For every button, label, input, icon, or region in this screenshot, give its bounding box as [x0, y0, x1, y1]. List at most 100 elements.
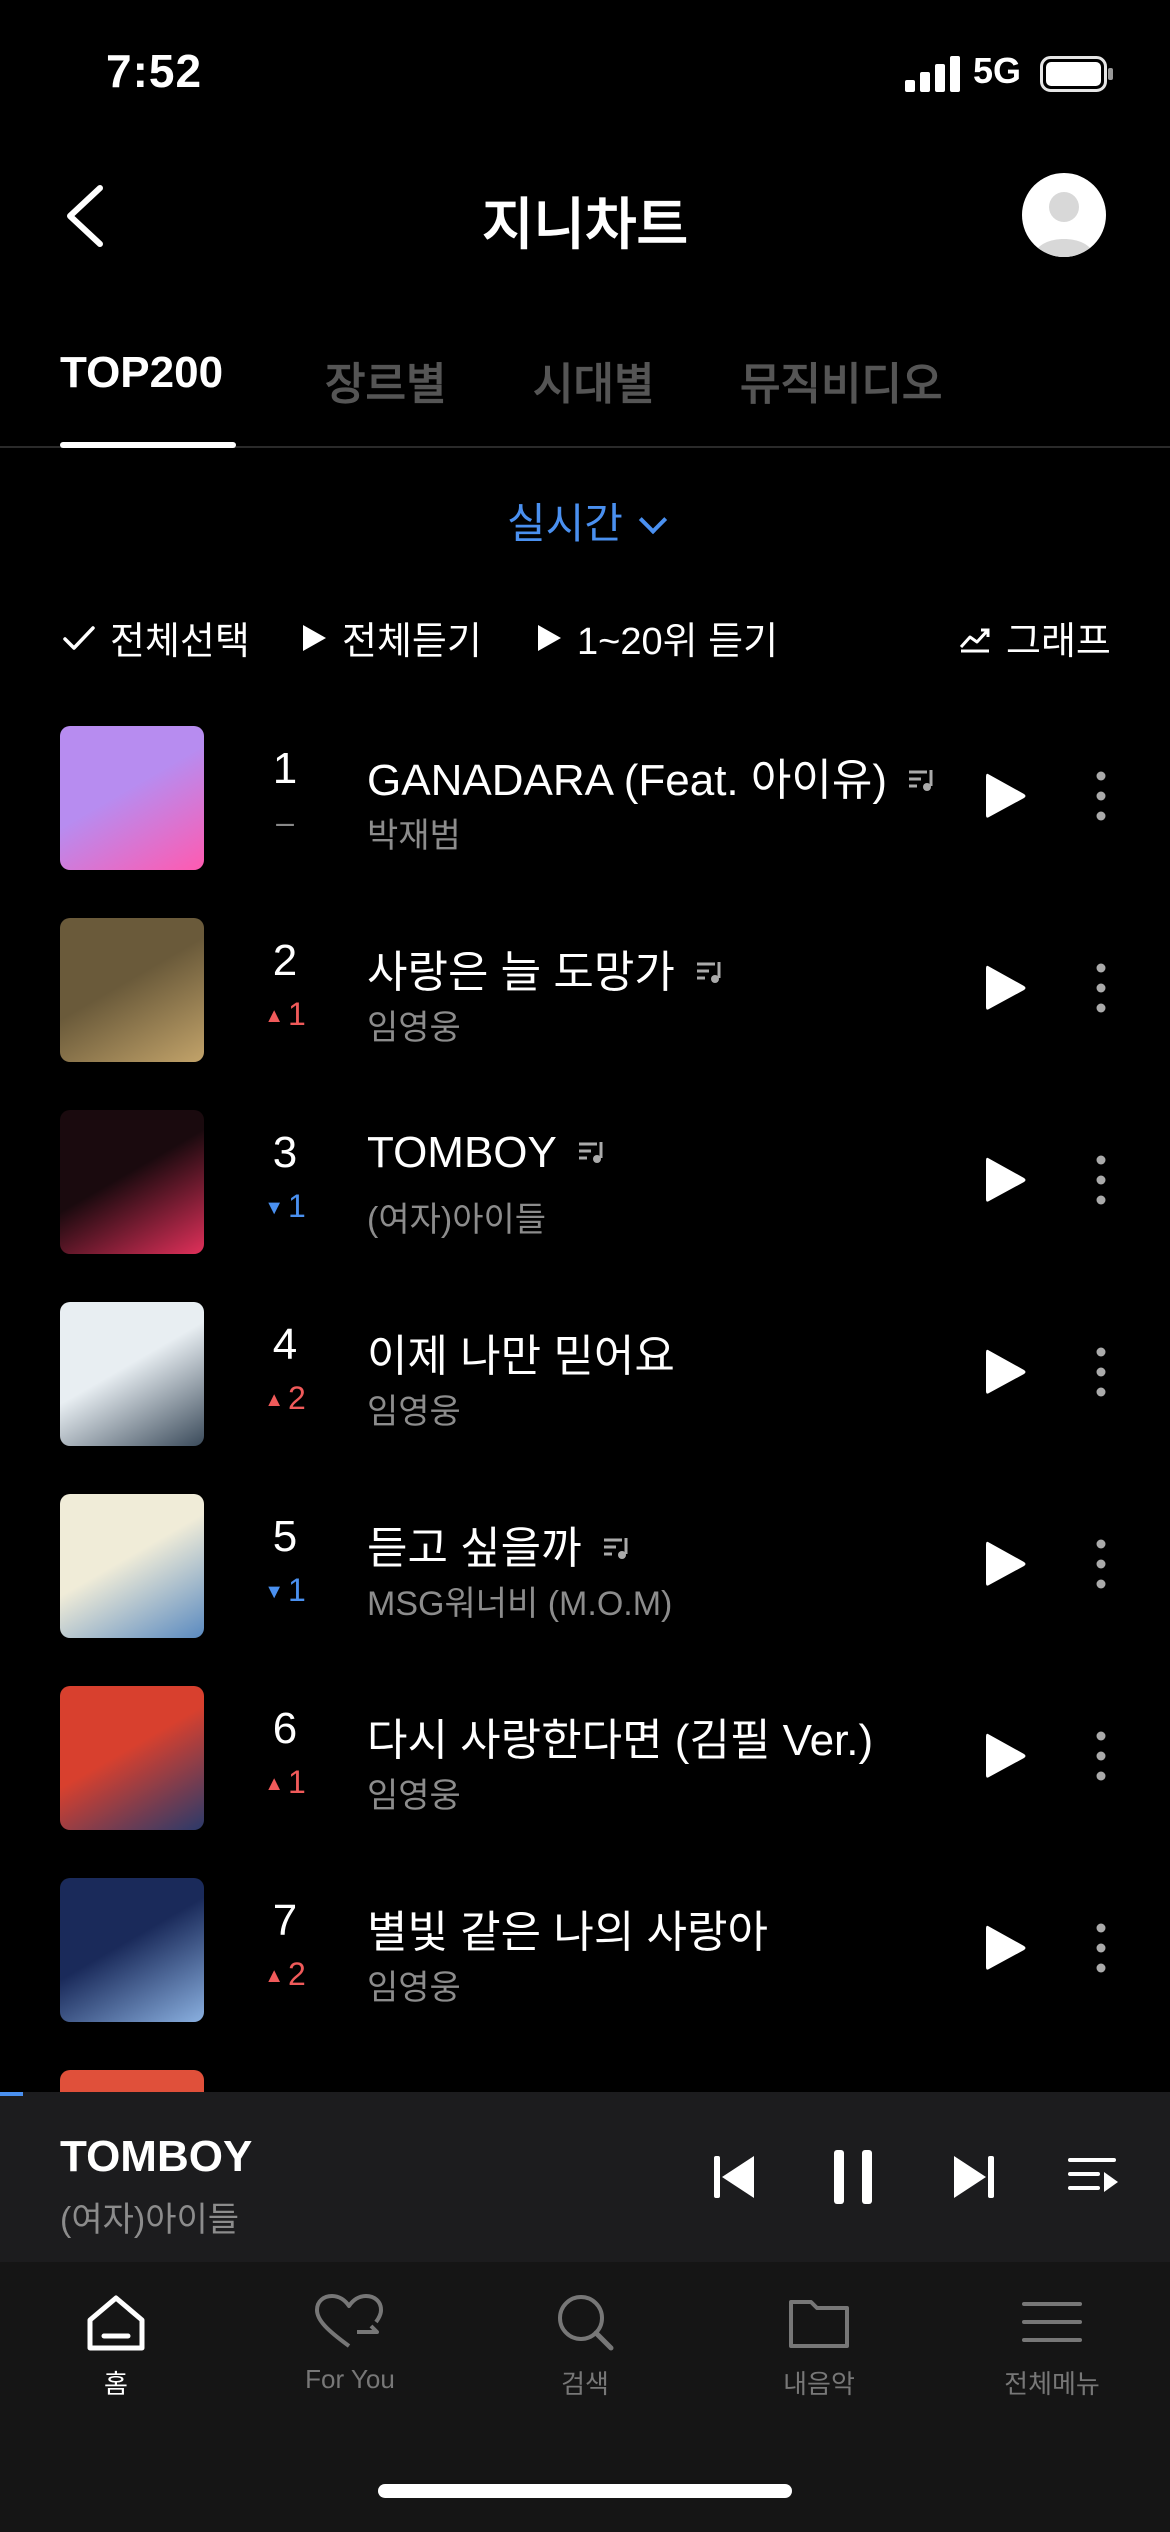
tab-top200[interactable]: TOP200 [60, 348, 223, 398]
player-artist: (여자)아이들 [60, 2201, 240, 2239]
album-cover[interactable] [60, 1302, 204, 1446]
player-title: TOMBOY [60, 2132, 253, 2181]
album-cover[interactable] [60, 1110, 204, 1254]
rank-change-value: 2 [288, 1380, 306, 1416]
chart-row[interactable]: 6 ▲ 1 다시 사랑한다면 (김필 Ver.) 임영웅 [0, 1680, 1170, 1872]
rank-change-value: 1 [288, 996, 306, 1032]
avatar[interactable] [1022, 173, 1106, 257]
song-title[interactable]: 별빛 같은 나의 사랑아 [367, 1896, 768, 1960]
nav-search[interactable]: 검색 [495, 2292, 675, 2401]
song-title[interactable]: TOMBOY [367, 1128, 607, 1178]
nav-for-you[interactable]: For You [260, 2292, 440, 2395]
play-icon[interactable] [982, 1730, 1028, 1782]
heart-icon [315, 2294, 383, 2348]
rank-change-value: 1 [288, 1188, 306, 1224]
more-options-icon[interactable] [1090, 960, 1112, 1016]
rank-change: ▲ 1 [250, 996, 320, 1033]
nav-for-you-label: For You [305, 2364, 395, 2394]
select-all-button[interactable]: 전체선택 [62, 610, 250, 665]
rank-number: 1 [272, 744, 298, 793]
album-cover[interactable] [60, 918, 204, 1062]
artist-name[interactable]: MSG워너비 (M.O.M) [367, 1576, 672, 1625]
artist-name[interactable]: (여자)아이들 [367, 1192, 546, 1241]
network-label: 5G [973, 50, 1022, 91]
rank-change: – [250, 804, 320, 841]
artist-name[interactable]: 임영웅 [367, 1384, 461, 1433]
action-bar: 전체선택 전체듣기 1~20위 듣기 그래프 [0, 610, 1170, 670]
mini-player[interactable]: TOMBOY (여자)아이들 [0, 2092, 1170, 2262]
chart-row[interactable]: 1 – GANADARA (Feat. 아이유) 박재범 [0, 720, 1170, 912]
play-icon[interactable] [982, 962, 1028, 1014]
tab-music-video[interactable]: 뮤직비디오 [740, 348, 942, 412]
song-title[interactable]: 사랑은 늘 도망가 [367, 936, 725, 1000]
signal-icon [905, 56, 960, 92]
rank-number: 7 [272, 1896, 298, 1945]
period-dropdown[interactable]: 실시간 [0, 490, 1170, 551]
more-options-icon[interactable] [1090, 1152, 1112, 1208]
artist-name[interactable]: 임영웅 [367, 1000, 461, 1049]
rank-change: ▲ 1 [250, 1764, 320, 1801]
home-icon [87, 2295, 145, 2351]
nav-menu[interactable]: 전체메뉴 [962, 2292, 1142, 2401]
play-top20-button[interactable]: 1~20위 듣기 [535, 610, 778, 665]
artist-name[interactable]: 박재범 [367, 808, 461, 857]
rank-change-value: 2 [288, 1956, 306, 1992]
chevron-down-icon [638, 505, 668, 535]
more-options-icon[interactable] [1090, 1920, 1112, 1976]
album-cover[interactable] [60, 726, 204, 870]
rank-change: ▼ 1 [250, 1572, 320, 1609]
play-icon[interactable] [982, 1538, 1028, 1590]
play-all-button[interactable]: 전체듣기 [300, 610, 482, 665]
play-icon[interactable] [982, 1154, 1028, 1206]
rank-number: 2 [272, 936, 298, 985]
album-cover[interactable] [60, 1494, 204, 1638]
play-icon [303, 624, 326, 651]
chart-row[interactable]: 3 ▼ 1 TOMBOY (여자)아이들 [0, 1104, 1170, 1296]
rank-number: 6 [272, 1704, 298, 1753]
more-options-icon[interactable] [1090, 1728, 1112, 1784]
next-track-icon[interactable] [952, 2152, 996, 2202]
play-top20-label: 1~20위 듣기 [577, 621, 779, 663]
chart-row[interactable]: 5 ▼ 1 듣고 싶을까 MSG워너비 (M.O.M) [0, 1488, 1170, 1680]
chart-row[interactable]: 7 ▲ 2 별빛 같은 나의 사랑아 임영웅 [0, 1872, 1170, 2064]
chart-tabs: TOP200 장르별 시대별 뮤직비디오 [0, 330, 1170, 448]
artist-name[interactable]: 임영웅 [367, 1768, 461, 1817]
nav-my-music[interactable]: 내음악 [729, 2292, 909, 2401]
trend-graph-icon [959, 628, 990, 652]
tab-era[interactable]: 시대별 [533, 348, 654, 412]
play-icon[interactable] [982, 1346, 1028, 1398]
album-cover[interactable] [60, 1878, 204, 2022]
rank-change-value: 1 [288, 1572, 306, 1608]
album-cover[interactable] [60, 1686, 204, 1830]
lyrics-icon [578, 1142, 603, 1164]
graph-button[interactable]: 그래프 [958, 610, 1111, 665]
playback-progress-bar[interactable] [0, 2092, 24, 2096]
nav-menu-label: 전체메뉴 [1004, 2369, 1100, 2399]
previous-track-icon[interactable] [712, 2152, 756, 2202]
chart-row[interactable]: 2 ▲ 1 사랑은 늘 도망가 임영웅 [0, 912, 1170, 1104]
rank-up-icon: ▲ [264, 1773, 284, 1795]
pause-icon[interactable] [830, 2148, 876, 2206]
rank-up-icon: ▲ [264, 1965, 284, 1987]
rank-change: ▼ 1 [250, 1188, 320, 1225]
playlist-icon[interactable] [1068, 2152, 1120, 2202]
play-icon[interactable] [982, 1922, 1028, 1974]
song-title[interactable]: GANADARA (Feat. 아이유) [367, 744, 937, 808]
song-title[interactable]: 이제 나만 믿어요 [367, 1320, 675, 1384]
rank-change-value: – [276, 804, 294, 840]
play-icon[interactable] [982, 770, 1028, 822]
song-title[interactable]: 다시 사랑한다면 (김필 Ver.) [367, 1704, 873, 1768]
song-title[interactable]: 듣고 싶을까 [367, 1512, 632, 1576]
chart-row[interactable]: 4 ▲ 2 이제 나만 믿어요 임영웅 [0, 1296, 1170, 1488]
nav-home[interactable]: 홈 [26, 2292, 206, 2401]
period-dropdown-label: 실시간 [507, 500, 623, 547]
rank-down-icon: ▼ [264, 1197, 284, 1219]
artist-name[interactable]: 임영웅 [367, 1960, 461, 2009]
user-icon [1034, 192, 1094, 257]
tab-genre[interactable]: 장르별 [325, 348, 446, 412]
header: 지니차트 [0, 150, 1170, 280]
more-options-icon[interactable] [1090, 1536, 1112, 1592]
more-options-icon[interactable] [1090, 768, 1112, 824]
more-options-icon[interactable] [1090, 1344, 1112, 1400]
song-title-text: 이제 나만 믿어요 [367, 1332, 675, 1381]
